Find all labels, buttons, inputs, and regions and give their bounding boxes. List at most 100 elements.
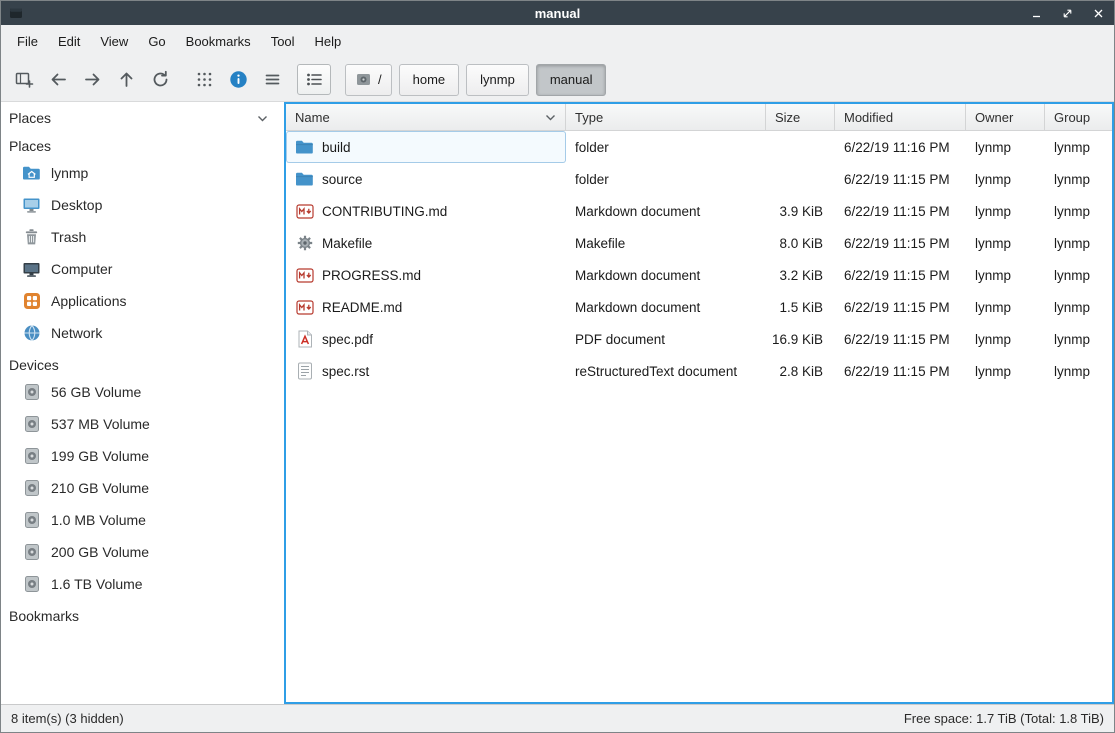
sidebar-item-network[interactable]: Network xyxy=(1,317,284,349)
menu-button[interactable] xyxy=(257,65,287,95)
sidebar-item-199-gb-volume[interactable]: 199 GB Volume xyxy=(1,440,284,472)
window-controls xyxy=(1028,5,1106,21)
file-row-source[interactable]: sourcefolder6/22/19 11:15 PMlynmplynmp xyxy=(286,163,1112,195)
cell-modified: 6/22/19 11:15 PM xyxy=(835,323,966,355)
file-name-label: source xyxy=(322,172,363,187)
folder-icon xyxy=(295,139,314,155)
file-row-spec-pdf[interactable]: spec.pdfPDF document16.9 KiB6/22/19 11:1… xyxy=(286,323,1112,355)
sidebar-item-label: Computer xyxy=(51,261,112,277)
menu-bookmarks[interactable]: Bookmarks xyxy=(176,28,261,55)
path-segment-root[interactable]: / xyxy=(345,64,392,96)
sidebar-item-1-6-tb-volume[interactable]: 1.6 TB Volume xyxy=(1,568,284,600)
menubar: FileEditViewGoBookmarksToolHelp xyxy=(1,25,1114,58)
column-header-size[interactable]: Size xyxy=(766,104,835,130)
cell-name: spec.pdf xyxy=(286,323,566,355)
restore-button[interactable] xyxy=(1059,5,1075,21)
column-header-group[interactable]: Group xyxy=(1045,104,1112,130)
file-list-body[interactable]: buildfolder6/22/19 11:16 PMlynmplynmpsou… xyxy=(286,131,1112,702)
new-tab-button[interactable] xyxy=(9,65,39,95)
column-header-type[interactable]: Type xyxy=(566,104,766,130)
menu-help[interactable]: Help xyxy=(305,28,352,55)
cell-type: reStructuredText document xyxy=(566,355,766,387)
cell-modified: 6/22/19 11:15 PM xyxy=(835,163,966,195)
column-header-owner[interactable]: Owner xyxy=(966,104,1045,130)
sidebar-item-label: Desktop xyxy=(51,197,102,213)
rst-icon xyxy=(295,362,314,380)
menu-tool[interactable]: Tool xyxy=(261,28,305,55)
sidebar-item-label: 199 GB Volume xyxy=(51,448,149,464)
info-button[interactable] xyxy=(223,65,253,95)
toolbar: / home lynmpmanual xyxy=(1,58,1114,101)
sidebar-item-210-gb-volume[interactable]: 210 GB Volume xyxy=(1,472,284,504)
file-name-label: CONTRIBUTING.md xyxy=(322,204,447,219)
file-row-readme-md[interactable]: README.mdMarkdown document1.5 KiB6/22/19… xyxy=(286,291,1112,323)
cell-group: lynmp xyxy=(1045,195,1112,227)
side-pane-mode-selector[interactable]: Places xyxy=(1,102,284,130)
applications-icon xyxy=(22,292,41,310)
sidebar-item-label: 1.0 MB Volume xyxy=(51,512,146,528)
sidebar-item-applications[interactable]: Applications xyxy=(1,285,284,317)
menu-go[interactable]: Go xyxy=(138,28,175,55)
forward-button[interactable] xyxy=(77,65,107,95)
cell-type: Markdown document xyxy=(566,291,766,323)
sidebar-item-200-gb-volume[interactable]: 200 GB Volume xyxy=(1,536,284,568)
file-row-makefile[interactable]: MakefileMakefile8.0 KiB6/22/19 11:15 PMl… xyxy=(286,227,1112,259)
column-header-modified[interactable]: Modified xyxy=(835,104,966,130)
file-list-header: NameType Size Modified Owner Group xyxy=(286,104,1112,131)
file-row-progress-md[interactable]: PROGRESS.mdMarkdown document3.2 KiB6/22/… xyxy=(286,259,1112,291)
sidebar-item-label: Applications xyxy=(51,293,127,309)
sidebar-item-computer[interactable]: Computer xyxy=(1,253,284,285)
path-segment-lynmp[interactable]: lynmp xyxy=(466,64,529,96)
back-button[interactable] xyxy=(43,65,73,95)
refresh-button[interactable] xyxy=(145,65,175,95)
column-header-label: Size xyxy=(775,110,800,125)
file-pane: NameType Size Modified Owner Group buildfold… xyxy=(284,102,1114,704)
sidebar-item-label: 210 GB Volume xyxy=(51,480,149,496)
sidebar-item-537-mb-volume[interactable]: 537 MB Volume xyxy=(1,408,284,440)
cell-owner: lynmp xyxy=(966,195,1045,227)
column-header-name[interactable]: Name xyxy=(286,104,566,130)
minimize-button[interactable] xyxy=(1028,5,1044,21)
cell-name: CONTRIBUTING.md xyxy=(286,195,566,227)
sidebar-item-56-gb-volume[interactable]: 56 GB Volume xyxy=(1,376,284,408)
up-button[interactable] xyxy=(111,65,141,95)
cell-type: Markdown document xyxy=(566,259,766,291)
side-pane: Places PlaceslynmpDesktopTrashComputerAp… xyxy=(1,102,284,704)
sidebar-item-label: lynmp xyxy=(51,165,88,181)
folder-icon xyxy=(295,171,314,187)
icon-view-button[interactable] xyxy=(189,65,219,95)
close-icon xyxy=(1093,8,1104,19)
file-manager-window: manual FileEditViewGoBookmarksToolHelp /… xyxy=(0,0,1115,733)
file-row-build[interactable]: buildfolder6/22/19 11:16 PMlynmplynmp xyxy=(286,131,1112,163)
close-button[interactable] xyxy=(1090,5,1106,21)
menu-file[interactable]: File xyxy=(7,28,48,55)
sidebar-item-desktop[interactable]: Desktop xyxy=(1,189,284,221)
forward-icon xyxy=(83,70,102,89)
grid-icon xyxy=(195,70,214,89)
file-name-label: spec.pdf xyxy=(322,332,373,347)
column-header-label: Owner xyxy=(975,110,1013,125)
cell-group: lynmp xyxy=(1045,323,1112,355)
up-icon xyxy=(117,70,136,89)
trash-icon xyxy=(22,228,41,246)
list-view-button[interactable] xyxy=(297,64,331,95)
cell-name: build xyxy=(286,131,566,163)
cell-modified: 6/22/19 11:15 PM xyxy=(835,355,966,387)
titlebar[interactable]: manual xyxy=(1,1,1114,25)
home-folder-icon xyxy=(22,165,41,181)
cell-owner: lynmp xyxy=(966,291,1045,323)
network-icon xyxy=(22,324,41,342)
file-row-spec-rst[interactable]: spec.rstreStructuredText document2.8 KiB… xyxy=(286,355,1112,387)
cell-name: source xyxy=(286,163,566,195)
sidebar-item-trash[interactable]: Trash xyxy=(1,221,284,253)
path-segment-label: home xyxy=(413,72,446,87)
volume-icon xyxy=(22,575,41,593)
sidebar-item-lynmp[interactable]: lynmp xyxy=(1,157,284,189)
menu-edit[interactable]: Edit xyxy=(48,28,90,55)
path-segment-home[interactable]: home xyxy=(399,64,460,96)
sidebar-item-1-0-mb-volume[interactable]: 1.0 MB Volume xyxy=(1,504,284,536)
menu-view[interactable]: View xyxy=(90,28,138,55)
path-segment-manual[interactable]: manual xyxy=(536,64,607,96)
file-row-contributing-md[interactable]: CONTRIBUTING.mdMarkdown document3.9 KiB6… xyxy=(286,195,1112,227)
cell-group: lynmp xyxy=(1045,291,1112,323)
